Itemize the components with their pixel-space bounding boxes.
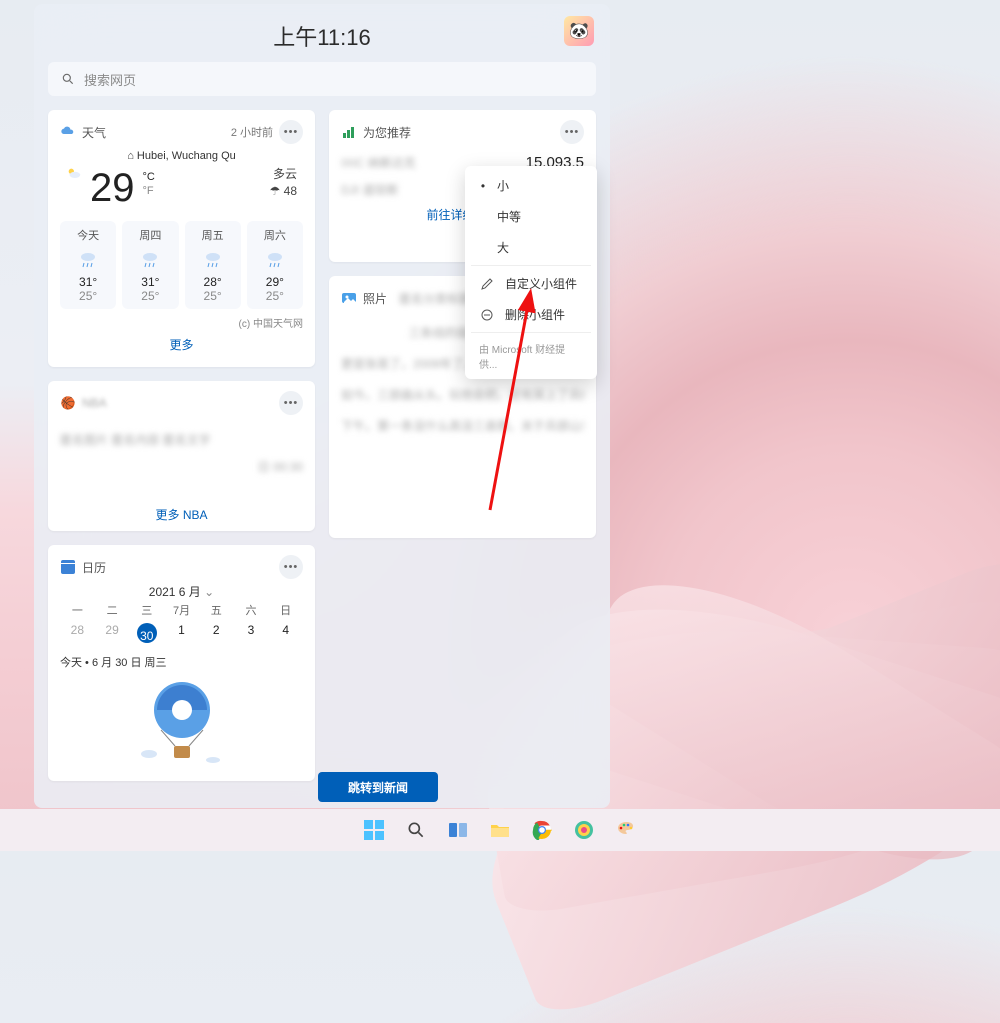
unit-c[interactable]: °C <box>143 170 155 184</box>
current-temp: 29 <box>90 166 135 211</box>
finance-more-button[interactable]: ••• <box>560 120 584 144</box>
nba-more-link[interactable]: 更多 NBA <box>48 500 315 525</box>
calendar-weekdays: 一二三7月五六日 <box>60 600 303 620</box>
location-icon: ⌂ <box>127 150 134 162</box>
user-avatar[interactable]: 🐼 <box>564 16 594 46</box>
calendar-day[interactable]: 3 <box>234 620 269 646</box>
forecast-row: 今天31°25°周四31°25°周五28°25°周六29°25° <box>60 221 303 309</box>
nba-widget: 🏀 NBA ••• 匿名图片 匿名内容 匿名文字 日 00:30 更多 NBA <box>48 381 315 531</box>
menu-size-large[interactable]: 大 <box>465 232 597 263</box>
widget-context-menu: •小 中等 大 自定义小组件 删除小组件 由 Microsoft 财经提供... <box>465 166 597 379</box>
calendar-day[interactable]: 30 <box>129 620 164 646</box>
weather-widget: 天气 2 小时前 ••• ⌂ Hubei, Wuchang Qu 29 °C °… <box>48 110 315 367</box>
sun-cloud-icon <box>66 166 82 182</box>
forecast-day[interactable]: 周五28°25° <box>185 221 241 309</box>
photos-icon <box>341 290 357 306</box>
menu-credit: 由 Microsoft 财经提供... <box>465 335 597 375</box>
calendar-more-button[interactable]: ••• <box>279 555 303 579</box>
calendar-widget: 日历 ••• 2021 6 月 ⌄ 一二三7月五六日 2829301234 今天… <box>48 545 315 781</box>
sports-icon: 🏀 <box>60 395 76 411</box>
menu-remove[interactable]: 删除小组件 <box>465 299 597 330</box>
menu-customize[interactable]: 自定义小组件 <box>465 268 597 299</box>
calendar-day[interactable]: 4 <box>268 620 303 646</box>
browser-icon[interactable] <box>572 818 596 842</box>
chevron-down-icon[interactable]: ⌄ <box>204 585 214 599</box>
calendar-day[interactable]: 29 <box>95 620 130 646</box>
remove-icon <box>479 307 495 323</box>
task-view-icon[interactable] <box>446 818 470 842</box>
pencil-icon <box>479 276 495 292</box>
balloon-illustration <box>60 676 303 776</box>
calendar-days: 2829301234 <box>60 620 303 646</box>
nba-more-button[interactable]: ••• <box>279 391 303 415</box>
jump-to-news-button[interactable]: 跳转到新闻 <box>318 772 438 802</box>
calendar-day[interactable]: 2 <box>199 620 234 646</box>
menu-size-small[interactable]: •小 <box>465 170 597 201</box>
panel-clock: 上午11:16 <box>273 20 370 52</box>
calendar-day[interactable]: 28 <box>60 620 95 646</box>
bullet-icon: • <box>479 179 487 193</box>
search-icon <box>60 71 76 87</box>
chrome-icon[interactable] <box>530 818 554 842</box>
explorer-icon[interactable] <box>488 818 512 842</box>
start-button[interactable] <box>362 818 386 842</box>
widgets-panel: 上午11:16 🐼 搜索网页 天气 2 小时前 ••• ⌂ Hube <box>34 4 610 808</box>
search-placeholder: 搜索网页 <box>84 70 136 89</box>
forecast-day[interactable]: 周六29°25° <box>247 221 303 309</box>
search-box[interactable]: 搜索网页 <box>48 62 596 96</box>
weather-more-link[interactable]: 更多 <box>60 330 303 355</box>
finance-icon <box>341 124 357 140</box>
unit-f[interactable]: °F <box>143 184 155 198</box>
calendar-icon <box>60 559 76 575</box>
paint-icon[interactable] <box>614 818 638 842</box>
taskbar-search-icon[interactable] <box>404 818 428 842</box>
taskbar <box>0 809 1000 851</box>
weather-more-button[interactable]: ••• <box>279 120 303 144</box>
menu-size-medium[interactable]: 中等 <box>465 201 597 232</box>
weather-icon <box>60 124 76 140</box>
forecast-day[interactable]: 今天31°25° <box>60 221 116 309</box>
forecast-day[interactable]: 周四31°25° <box>122 221 178 309</box>
calendar-day[interactable]: 1 <box>164 620 199 646</box>
